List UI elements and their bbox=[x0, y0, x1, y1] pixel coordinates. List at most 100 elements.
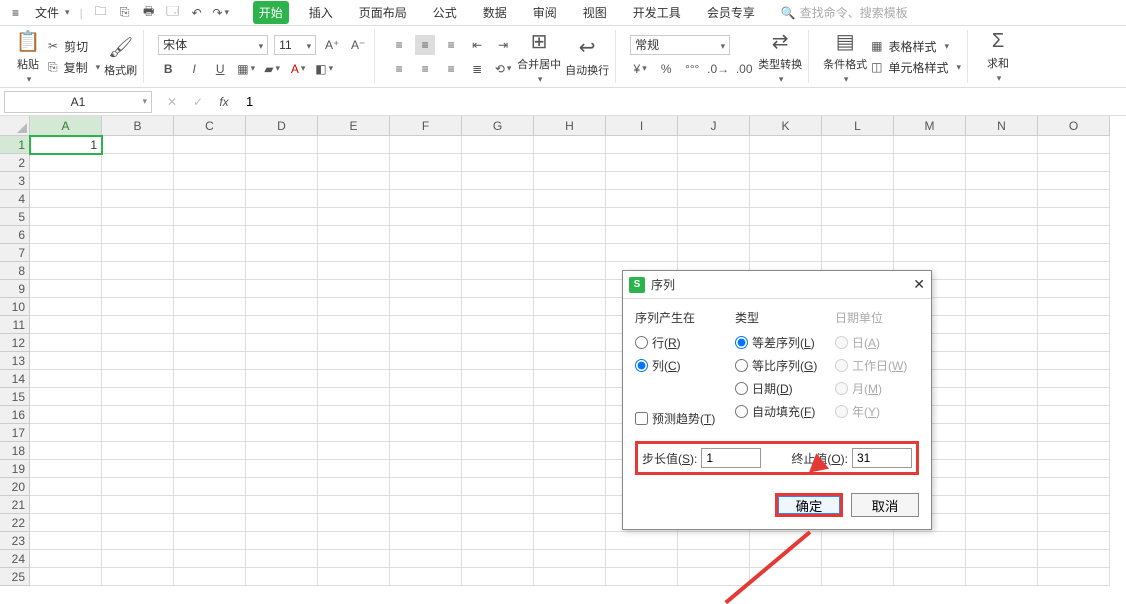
paste-button[interactable]: 📋粘贴 bbox=[12, 29, 44, 85]
cell-C19[interactable] bbox=[174, 460, 246, 478]
cell-C18[interactable] bbox=[174, 442, 246, 460]
name-box[interactable]: A1 bbox=[4, 91, 152, 113]
decrease-decimal-icon[interactable]: .00 bbox=[734, 59, 754, 79]
cell-A10[interactable] bbox=[30, 298, 102, 316]
cell-I2[interactable] bbox=[606, 154, 678, 172]
tab-devtools[interactable]: 开发工具 bbox=[627, 1, 687, 24]
save-icon[interactable]: 🗀 bbox=[93, 5, 109, 21]
row-header-12[interactable]: 12 bbox=[0, 334, 30, 352]
row-header-4[interactable]: 4 bbox=[0, 190, 30, 208]
row-header-18[interactable]: 18 bbox=[0, 442, 30, 460]
command-search[interactable]: 🔍 查找命令、搜索模板 bbox=[781, 4, 908, 21]
cell-H11[interactable] bbox=[534, 316, 606, 334]
file-menu[interactable]: 文件 bbox=[29, 2, 76, 23]
cell-L3[interactable] bbox=[822, 172, 894, 190]
cell-H20[interactable] bbox=[534, 478, 606, 496]
cell-B2[interactable] bbox=[102, 154, 174, 172]
cell-G6[interactable] bbox=[462, 226, 534, 244]
cell-F20[interactable] bbox=[390, 478, 462, 496]
col-header-F[interactable]: F bbox=[390, 116, 462, 136]
cell-G10[interactable] bbox=[462, 298, 534, 316]
tab-insert[interactable]: 插入 bbox=[303, 1, 339, 24]
cell-G20[interactable] bbox=[462, 478, 534, 496]
indent-increase-icon[interactable]: ⇥ bbox=[493, 35, 513, 55]
cell-H6[interactable] bbox=[534, 226, 606, 244]
cell-N13[interactable] bbox=[966, 352, 1038, 370]
cell-O22[interactable] bbox=[1038, 514, 1110, 532]
cell-N3[interactable] bbox=[966, 172, 1038, 190]
cell-A11[interactable] bbox=[30, 316, 102, 334]
cell-F4[interactable] bbox=[390, 190, 462, 208]
cell-M7[interactable] bbox=[894, 244, 966, 262]
cell-D16[interactable] bbox=[246, 406, 318, 424]
cell-I4[interactable] bbox=[606, 190, 678, 208]
cell-C4[interactable] bbox=[174, 190, 246, 208]
cell-E3[interactable] bbox=[318, 172, 390, 190]
cell-M5[interactable] bbox=[894, 208, 966, 226]
cell-B1[interactable] bbox=[102, 136, 174, 154]
cell-A23[interactable] bbox=[30, 532, 102, 550]
cell-O20[interactable] bbox=[1038, 478, 1110, 496]
cell-I24[interactable] bbox=[606, 550, 678, 568]
cell-O5[interactable] bbox=[1038, 208, 1110, 226]
cell-D7[interactable] bbox=[246, 244, 318, 262]
cell-E18[interactable] bbox=[318, 442, 390, 460]
cell-E24[interactable] bbox=[318, 550, 390, 568]
cell-D12[interactable] bbox=[246, 334, 318, 352]
align-left-icon[interactable]: ≡ bbox=[389, 59, 409, 79]
cell-H17[interactable] bbox=[534, 424, 606, 442]
justify-icon[interactable]: ≣ bbox=[467, 59, 487, 79]
cell-N20[interactable] bbox=[966, 478, 1038, 496]
cell-J23[interactable] bbox=[678, 532, 750, 550]
align-center-icon[interactable]: ≡ bbox=[415, 59, 435, 79]
cell-H7[interactable] bbox=[534, 244, 606, 262]
cell-F2[interactable] bbox=[390, 154, 462, 172]
cell-C17[interactable] bbox=[174, 424, 246, 442]
hamburger-icon[interactable]: ≡ bbox=[6, 4, 25, 22]
cell-J4[interactable] bbox=[678, 190, 750, 208]
cell-B6[interactable] bbox=[102, 226, 174, 244]
cell-E17[interactable] bbox=[318, 424, 390, 442]
align-middle-icon[interactable]: ≡ bbox=[415, 35, 435, 55]
cell-K23[interactable] bbox=[750, 532, 822, 550]
row-header-5[interactable]: 5 bbox=[0, 208, 30, 226]
cell-H4[interactable] bbox=[534, 190, 606, 208]
cell-C12[interactable] bbox=[174, 334, 246, 352]
cell-K5[interactable] bbox=[750, 208, 822, 226]
cell-N5[interactable] bbox=[966, 208, 1038, 226]
cell-E8[interactable] bbox=[318, 262, 390, 280]
cell-D14[interactable] bbox=[246, 370, 318, 388]
row-header-11[interactable]: 11 bbox=[0, 316, 30, 334]
cell-C21[interactable] bbox=[174, 496, 246, 514]
cell-K7[interactable] bbox=[750, 244, 822, 262]
cell-D18[interactable] bbox=[246, 442, 318, 460]
font-color-button[interactable]: A bbox=[288, 59, 308, 79]
cell-J25[interactable] bbox=[678, 568, 750, 586]
cond-format-button[interactable]: ▤条件格式 bbox=[823, 29, 867, 85]
cell-F5[interactable] bbox=[390, 208, 462, 226]
col-header-L[interactable]: L bbox=[822, 116, 894, 136]
cell-N12[interactable] bbox=[966, 334, 1038, 352]
fx-icon[interactable]: fx bbox=[214, 92, 234, 112]
copy-button[interactable]: ⎘复制 bbox=[48, 59, 100, 76]
cell-M25[interactable] bbox=[894, 568, 966, 586]
cell-C14[interactable] bbox=[174, 370, 246, 388]
spreadsheet-grid[interactable]: ABCDEFGHIJKLMNO 123456789101112131415161… bbox=[0, 116, 1126, 601]
row-header-22[interactable]: 22 bbox=[0, 514, 30, 532]
type-growth-radio[interactable]: 等比序列(G) bbox=[735, 357, 819, 374]
cell-E14[interactable] bbox=[318, 370, 390, 388]
cell-O17[interactable] bbox=[1038, 424, 1110, 442]
cell-L23[interactable] bbox=[822, 532, 894, 550]
cell-D21[interactable] bbox=[246, 496, 318, 514]
tab-data[interactable]: 数据 bbox=[477, 1, 513, 24]
font-grow-button[interactable]: A⁺ bbox=[322, 35, 342, 55]
cell-L4[interactable] bbox=[822, 190, 894, 208]
cell-O9[interactable] bbox=[1038, 280, 1110, 298]
tab-premium[interactable]: 会员专享 bbox=[701, 1, 761, 24]
cell-O19[interactable] bbox=[1038, 460, 1110, 478]
cell-A13[interactable] bbox=[30, 352, 102, 370]
cell-G24[interactable] bbox=[462, 550, 534, 568]
cell-I25[interactable] bbox=[606, 568, 678, 586]
row-header-3[interactable]: 3 bbox=[0, 172, 30, 190]
cell-G11[interactable] bbox=[462, 316, 534, 334]
